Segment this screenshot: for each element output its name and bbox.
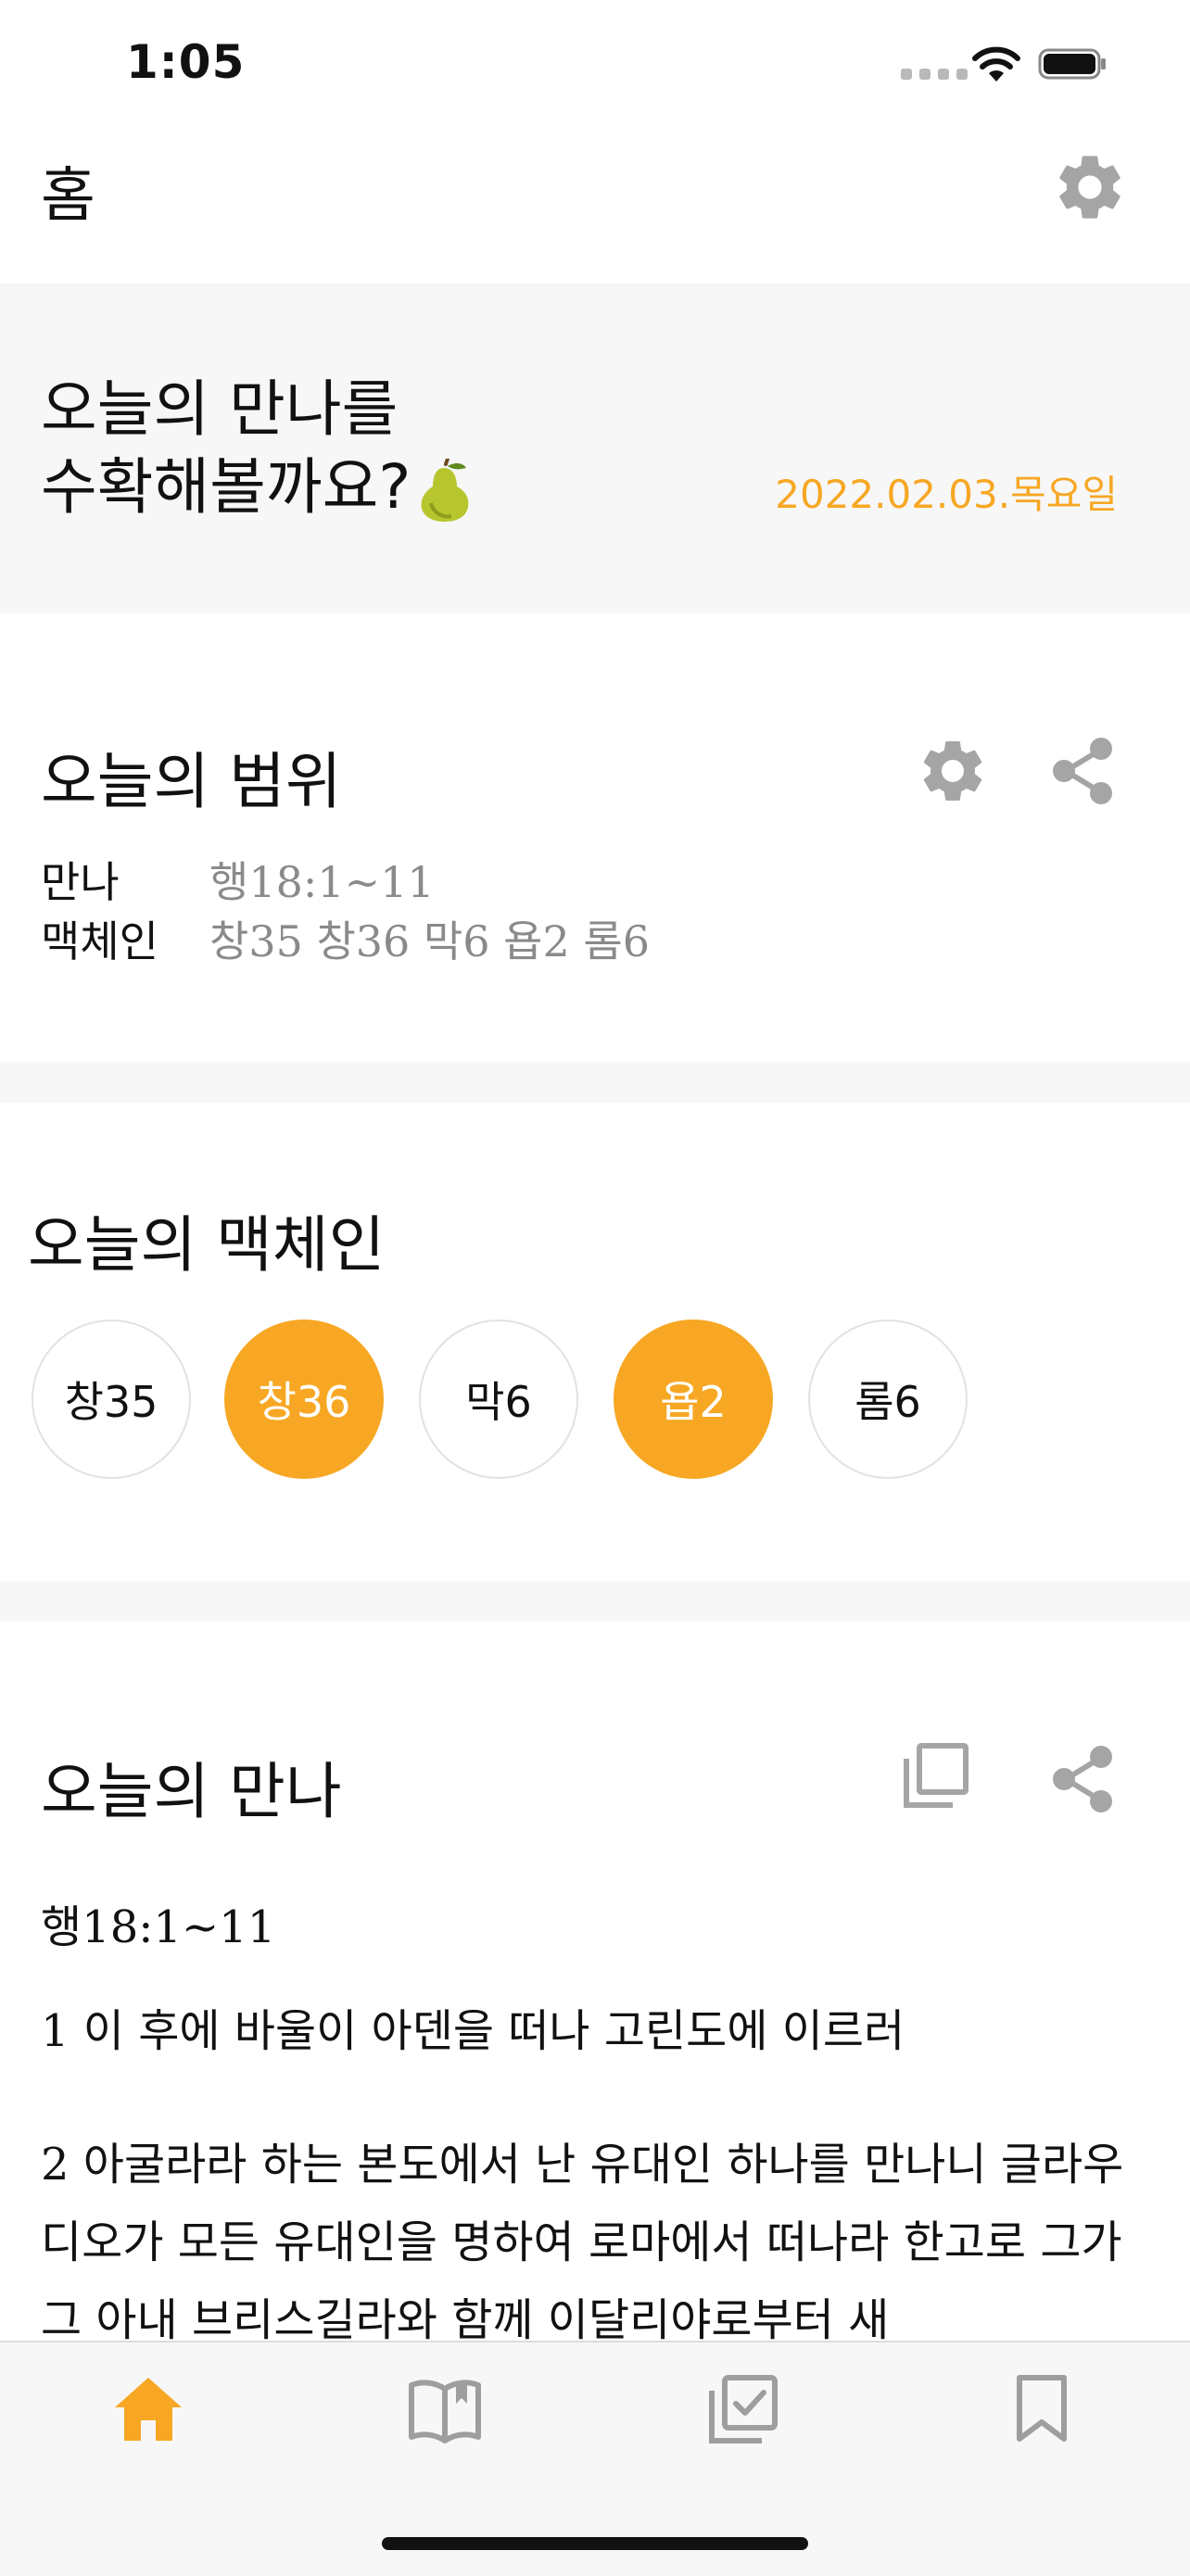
range-row-manna: 만나 행18:1~11	[41, 852, 650, 912]
copy-icon[interactable]	[901, 1742, 969, 1811]
verse-1: 1 이 후에 바울이 아덴을 떠나 고린도에 이르러	[41, 2005, 905, 2057]
wifi-icon	[972, 46, 1020, 82]
battery-icon	[1038, 48, 1106, 80]
pear-icon	[421, 458, 469, 522]
cellular-signal-icon	[901, 69, 968, 80]
checklist-icon	[709, 2375, 778, 2443]
range-settings-gear-icon[interactable]	[916, 734, 990, 808]
date-label: 2022.02.03.목요일	[775, 472, 1118, 517]
open-book-icon	[409, 2380, 481, 2443]
tab-checklist[interactable]	[704, 2370, 782, 2448]
section-divider	[0, 1062, 1190, 1103]
status-time: 1:05	[126, 35, 246, 89]
manna-share-icon[interactable]	[1049, 1742, 1116, 1816]
tab-home[interactable]	[109, 2370, 187, 2448]
section-divider	[0, 1581, 1190, 1622]
page-title: 홈	[41, 162, 95, 231]
manna-reference: 행18:1~11	[41, 1901, 276, 1953]
chapter-chip-job2[interactable]: 욥2	[614, 1320, 773, 1479]
chapter-chip-gen35[interactable]: 창35	[32, 1320, 191, 1479]
range-label: 맥체인	[41, 916, 158, 966]
tab-bible[interactable]	[406, 2370, 484, 2448]
chapter-chip-rom6[interactable]: 롬6	[808, 1320, 968, 1479]
mccheyne-title: 오늘의 맥체인	[28, 1209, 386, 1281]
greeting-text: 오늘의 만나를 수확해볼까요?	[41, 371, 474, 526]
tab-bookmarks[interactable]	[1003, 2370, 1081, 2448]
home-indicator	[382, 2537, 808, 2550]
chapter-chip-gen36[interactable]: 창36	[224, 1320, 384, 1479]
range-label: 만나	[41, 857, 120, 907]
settings-gear-icon[interactable]	[1051, 148, 1129, 226]
range-value: 행18:1~11	[209, 857, 435, 907]
home-icon	[115, 2378, 182, 2441]
range-table: 만나 행18:1~11 맥체인 창35 창36 막6 욥2 롬6	[41, 852, 650, 971]
chapter-chip-mark6[interactable]: 막6	[419, 1320, 578, 1479]
manna-title: 오늘의 만나	[41, 1756, 342, 1827]
range-row-mccheyne: 맥체인 창35 창36 막6 욥2 롬6	[41, 912, 650, 971]
bookmark-icon	[1017, 2375, 1067, 2442]
range-value: 창35 창36 막6 욥2 롬6	[209, 916, 650, 966]
greeting-line-2: 수확해볼까요?	[41, 448, 474, 526]
greeting-line-1: 오늘의 만나를	[41, 373, 399, 445]
greeting-line-2-text: 수확해볼까요?	[41, 451, 411, 523]
range-share-icon[interactable]	[1049, 734, 1116, 808]
verse-2: 2 아굴라라 하는 본도에서 난 유대인 하나를 만나니 글라우디오가 모든 유…	[41, 2139, 1124, 2346]
range-title: 오늘의 범위	[41, 746, 342, 817]
